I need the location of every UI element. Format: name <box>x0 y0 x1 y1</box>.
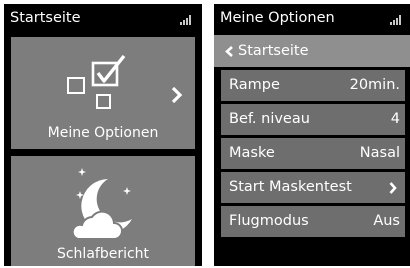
options-screen: Meine Optionen Startseite Rampe 20min. B… <box>214 4 410 266</box>
sleep-report-tile[interactable]: Schlafbericht <box>11 156 195 266</box>
back-to-home-button[interactable]: Startseite <box>214 35 410 67</box>
chevron-right-icon <box>389 182 397 194</box>
tile-label: Schlafbericht <box>56 246 150 262</box>
row-label: Rampe <box>229 77 280 93</box>
menu-row-humidity-level[interactable]: Bef. niveau 4 <box>221 104 405 135</box>
menu-row-start-mask-test[interactable]: Start Maskentest <box>221 172 405 203</box>
chevron-left-icon <box>225 46 233 57</box>
options-checkbox-icon <box>67 55 126 109</box>
back-label: Startseite <box>238 43 309 59</box>
menu-row-rampe[interactable]: Rampe 20min. <box>221 70 405 101</box>
status-bar: Startseite <box>4 4 202 32</box>
row-value: 4 <box>390 111 400 127</box>
status-bar: Meine Optionen <box>214 4 410 32</box>
chevron-right-icon <box>171 86 183 104</box>
row-label: Bef. niveau <box>229 111 310 127</box>
screen-title: Startseite <box>10 10 81 26</box>
row-value: 20min. <box>349 77 400 93</box>
home-screen: Startseite Meine Optionen Schlafbericht <box>4 4 202 266</box>
row-label: Flugmodus <box>229 213 309 229</box>
screen-title: Meine Optionen <box>220 10 335 26</box>
signal-strength-icon <box>390 14 403 25</box>
row-value: Aus <box>373 213 400 229</box>
signal-strength-icon <box>180 14 193 25</box>
row-label: Start Maskentest <box>229 179 352 195</box>
row-label: Maske <box>229 145 275 161</box>
row-value: Nasal <box>359 145 400 161</box>
menu-row-flight-mode[interactable]: Flugmodus Aus <box>221 206 405 237</box>
moon-cloud-stars-icon <box>71 168 132 240</box>
tile-label: Meine Optionen <box>47 125 159 141</box>
menu-row-mask[interactable]: Maske Nasal <box>221 138 405 169</box>
my-options-tile[interactable]: Meine Optionen <box>11 37 195 149</box>
